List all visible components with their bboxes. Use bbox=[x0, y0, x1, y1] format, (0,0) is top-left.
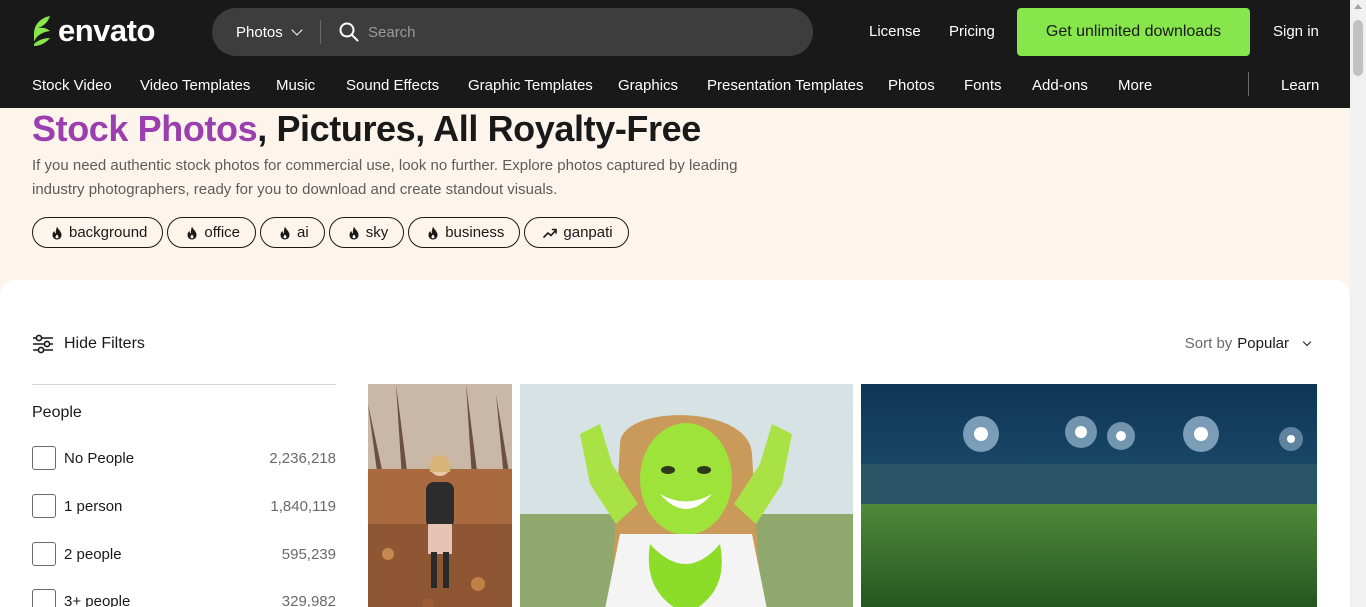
category-nav: Stock Video Video Templates Music Sound … bbox=[0, 64, 1366, 108]
checkbox[interactable] bbox=[32, 589, 56, 607]
page-scrollbar[interactable] bbox=[1350, 0, 1366, 607]
flame-icon bbox=[187, 226, 197, 239]
nav-item-add-ons[interactable]: Add-ons bbox=[1032, 76, 1088, 96]
checkbox[interactable] bbox=[32, 494, 56, 518]
chip-business[interactable]: business bbox=[408, 217, 521, 248]
chip-label: office bbox=[204, 224, 240, 241]
nav-item-fonts[interactable]: Fonts bbox=[964, 76, 1002, 96]
chip-label: ganpati bbox=[563, 224, 613, 241]
filter-option-count: 2,236,218 bbox=[269, 449, 336, 467]
license-link[interactable]: License bbox=[869, 22, 921, 42]
filter-option-label: No People bbox=[64, 449, 135, 467]
photo-card-stadium[interactable] bbox=[861, 384, 1317, 607]
page-title-rest: , Pictures, All Royalty-Free bbox=[257, 108, 701, 149]
scrollbar-thumb[interactable] bbox=[1353, 20, 1363, 76]
photo-child-autumn-image bbox=[368, 384, 512, 607]
filter-divider bbox=[32, 384, 336, 385]
leaf-logo-icon bbox=[34, 16, 50, 46]
hide-filters-label: Hide Filters bbox=[64, 335, 145, 352]
chip-background[interactable]: background bbox=[32, 217, 164, 248]
sort-prefix: Sort by bbox=[1184, 335, 1233, 352]
photo-card-child-autumn[interactable] bbox=[368, 384, 512, 607]
sign-in-link[interactable]: Sign in bbox=[1273, 22, 1319, 42]
top-header: envato Photos License Pricing Get unlimi… bbox=[0, 0, 1366, 64]
nav-item-graphics[interactable]: Graphics bbox=[618, 76, 678, 96]
flame-icon bbox=[52, 226, 62, 239]
pricing-link[interactable]: Pricing bbox=[949, 22, 995, 42]
checkbox[interactable] bbox=[32, 542, 56, 566]
chevron-down-icon bbox=[1302, 337, 1312, 347]
search-input[interactable] bbox=[368, 20, 788, 44]
chip-label: background bbox=[69, 224, 148, 241]
nav-item-learn[interactable]: Learn bbox=[1281, 76, 1319, 96]
filter-group-title: People bbox=[32, 404, 82, 421]
search-icon bbox=[339, 22, 359, 42]
sort-value: Popular bbox=[1237, 335, 1289, 352]
hide-filters-button[interactable]: Hide Filters bbox=[32, 334, 145, 354]
filter-option-no-people[interactable]: No People 2,236,218 bbox=[32, 446, 336, 470]
sliders-icon bbox=[33, 334, 53, 354]
sort-dropdown[interactable]: Sort by Popular bbox=[1184, 335, 1312, 352]
chip-label: sky bbox=[365, 224, 389, 241]
category-select[interactable]: Photos bbox=[236, 8, 303, 56]
chip-sky[interactable]: sky bbox=[328, 217, 405, 248]
chip-label: business bbox=[445, 224, 505, 241]
chip-label: ai bbox=[297, 224, 309, 241]
category-select-value: Photos bbox=[236, 23, 283, 41]
flame-icon bbox=[349, 226, 359, 239]
nav-item-more[interactable]: More bbox=[1118, 76, 1152, 96]
photo-woman-green-paint-image bbox=[520, 384, 853, 607]
page-title: Stock Photos, Pictures, All Royalty-Free bbox=[32, 108, 701, 150]
chip-ganpati[interactable]: ganpati bbox=[524, 217, 629, 248]
chevron-down-icon bbox=[291, 24, 303, 36]
filter-option-label: 1 person bbox=[64, 497, 123, 515]
checkbox[interactable] bbox=[32, 446, 56, 470]
page-title-accent: Stock Photos bbox=[32, 108, 258, 149]
scroll-up-arrow-icon[interactable] bbox=[1354, 4, 1362, 9]
nav-item-video-templates[interactable]: Video Templates bbox=[140, 76, 250, 96]
filter-option-count: 595,239 bbox=[281, 545, 336, 563]
filter-option-label: 3+ people bbox=[64, 592, 131, 607]
photo-stadium-image bbox=[861, 384, 1317, 607]
nav-item-graphic-templates[interactable]: Graphic Templates bbox=[468, 76, 593, 96]
page-description: If you need authentic stock photos for c… bbox=[32, 157, 738, 198]
search-bar: Photos bbox=[212, 8, 813, 56]
chip-ai[interactable]: ai bbox=[260, 217, 325, 248]
filter-option-3-plus-people[interactable]: 3+ people 329,982 bbox=[32, 589, 336, 607]
nav-item-presentation-templates[interactable]: Presentation Templates bbox=[707, 76, 863, 96]
nav-item-music[interactable]: Music bbox=[276, 76, 315, 96]
filter-option-1-person[interactable]: 1 person 1,840,119 bbox=[32, 494, 336, 518]
trending-up-icon bbox=[543, 228, 558, 238]
filter-option-count: 329,982 bbox=[281, 592, 336, 607]
results-panel: Hide Filters Sort by Popular People No P… bbox=[0, 280, 1350, 607]
nav-item-sound-effects[interactable]: Sound Effects bbox=[346, 76, 439, 96]
flame-icon bbox=[428, 226, 438, 239]
chip-office[interactable]: office bbox=[167, 217, 256, 248]
filter-option-label: 2 people bbox=[64, 545, 122, 563]
nav-item-photos[interactable]: Photos bbox=[888, 76, 935, 96]
search-divider bbox=[320, 20, 321, 44]
filter-option-count: 1,840,119 bbox=[270, 497, 336, 515]
filter-option-2-people[interactable]: 2 people 595,239 bbox=[32, 542, 336, 566]
nav-item-stock-video[interactable]: Stock Video bbox=[32, 76, 112, 96]
nav-divider bbox=[1248, 72, 1249, 96]
photo-card-woman-green-paint[interactable] bbox=[520, 384, 853, 607]
envato-logo[interactable]: envato bbox=[30, 14, 155, 48]
get-unlimited-downloads-button[interactable]: Get unlimited downloads bbox=[1017, 8, 1250, 56]
tag-chips: background office ai sky business ganpat… bbox=[32, 217, 629, 248]
logo-text: envato bbox=[58, 13, 155, 48]
flame-icon bbox=[280, 226, 290, 239]
